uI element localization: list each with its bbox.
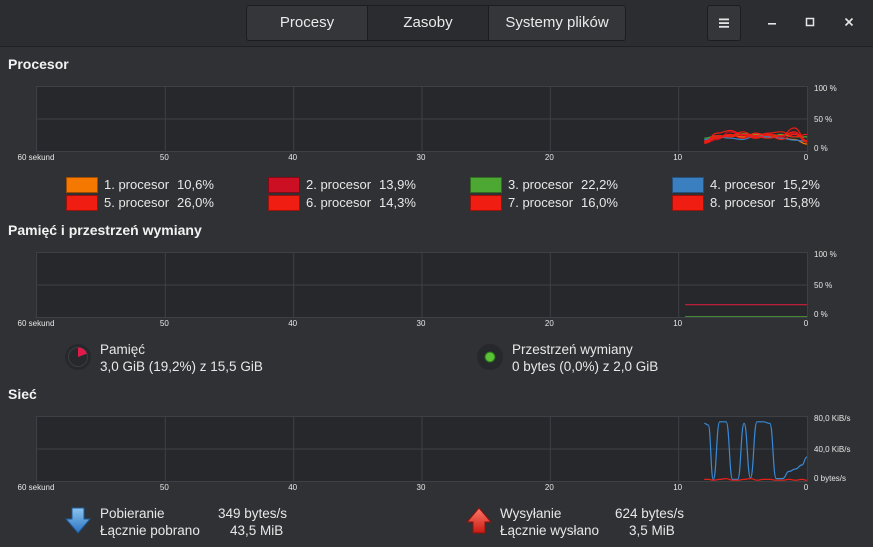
download-label: Pobieranie (100, 506, 165, 521)
cpu-legend-value: 15,8% (783, 195, 820, 210)
cpu-legend-label: 1. procesor (104, 177, 170, 192)
close-button[interactable] (839, 12, 859, 32)
x-tick-label: 50 (159, 483, 169, 492)
cpu-legend-label: 6. procesor (306, 195, 372, 210)
cpu-legend-text: 5. procesor 26,0% (104, 195, 214, 210)
x-tick-label: 30 (416, 153, 426, 162)
cpu-color-swatch[interactable] (268, 177, 300, 193)
tab-resources[interactable]: Zasoby (368, 6, 489, 40)
y-tick-label: 40,0 KiB/s (814, 445, 851, 454)
ram-value: 3,0 GiB (19,2%) z 15,5 GiB (100, 359, 263, 374)
network-section-title: Sieć (8, 386, 37, 402)
cpu-color-swatch[interactable] (470, 195, 502, 211)
cpu-legend-label: 3. procesor (508, 177, 574, 192)
cpu-color-swatch[interactable] (66, 177, 98, 193)
x-tick-label: 20 (544, 483, 554, 492)
x-tick-label: 0 (803, 319, 809, 328)
network-line-series-1 (704, 421, 807, 481)
swap-value: 0 bytes (0,0%) z 2,0 GiB (512, 359, 659, 374)
upload-rate: 624 bytes/s (615, 506, 685, 521)
hamburger-icon (719, 18, 729, 28)
y-tick-label: 0 % (814, 144, 828, 153)
y-tick-label: 0 bytes/s (814, 474, 847, 483)
cpu-legend-label: 5. procesor (104, 195, 170, 210)
upload-arrow-icon (465, 507, 493, 534)
header-bar: Procesy Zasoby Systemy plików (0, 0, 873, 47)
tab-file-systems[interactable]: Systemy plików (489, 6, 625, 40)
minimize-button[interactable] (762, 12, 782, 32)
x-tick-label: 50 (159, 153, 169, 162)
swap-label: Przestrzeń wymiany (512, 342, 633, 357)
cpu-legend-value: 22,2% (581, 177, 618, 192)
cpu-legend-value: 13,9% (379, 177, 416, 192)
menu-button[interactable] (707, 5, 741, 41)
cpu-legend-value: 16,0% (581, 195, 618, 210)
maximize-icon (805, 17, 815, 27)
x-tick-label: 10 (673, 153, 683, 162)
cpu-legend-text: 8. procesor 15,8% (710, 195, 820, 210)
x-tick-label: 40 (288, 153, 298, 162)
ram-label: Pamięć (100, 342, 146, 357)
x-tick-label: 60 sekund (17, 319, 55, 328)
x-tick-label: 30 (416, 319, 426, 328)
download-rate: 349 bytes/s (218, 506, 288, 521)
cpu-legend-value: 26,0% (177, 195, 214, 210)
x-tick-label: 60 sekund (17, 153, 55, 162)
y-tick-label: 100 % (814, 250, 837, 259)
view-switcher: Procesy Zasoby Systemy plików (246, 5, 626, 41)
cpu-legend-text: 2. procesor 13,9% (306, 177, 416, 192)
cpu-color-swatch[interactable] (672, 195, 704, 211)
maximize-button[interactable] (800, 12, 820, 32)
y-tick-label: 80,0 KiB/s (814, 414, 851, 423)
cpu-color-swatch[interactable] (268, 195, 300, 211)
cpu-color-swatch[interactable] (470, 177, 502, 193)
x-tick-label: 20 (544, 153, 554, 162)
swap-pie-icon (477, 344, 503, 370)
memory-section-title: Pamięć i przestrzeń wymiany (8, 222, 202, 238)
download-arrow-icon (64, 507, 92, 534)
close-icon (844, 17, 854, 27)
cpu-legend-value: 15,2% (783, 177, 820, 192)
x-tick-label: 0 (803, 153, 809, 162)
cpu-color-swatch[interactable] (66, 195, 98, 211)
minimize-icon (768, 23, 776, 25)
cpu-legend-label: 8. procesor (710, 195, 776, 210)
network-graph (36, 416, 808, 482)
memory-pie-icon (65, 344, 91, 370)
x-tick-label: 60 sekund (17, 483, 55, 492)
y-tick-label: 50 % (814, 281, 833, 290)
tab-processes[interactable]: Procesy (247, 6, 368, 40)
x-tick-label: 30 (416, 483, 426, 492)
upload-label: Wysyłanie (500, 506, 562, 521)
cpu-graph (36, 86, 808, 152)
cpu-legend-label: 7. procesor (508, 195, 574, 210)
x-tick-label: 20 (544, 319, 554, 328)
cpu-legend-label: 2. procesor (306, 177, 372, 192)
y-tick-label: 0 % (814, 310, 828, 319)
cpu-legend-text: 1. procesor 10,6% (104, 177, 214, 192)
x-tick-label: 10 (673, 319, 683, 328)
y-tick-label: 100 % (814, 84, 837, 93)
cpu-color-swatch[interactable] (672, 177, 704, 193)
download-total-label: Łącznie pobrano (100, 523, 200, 538)
x-tick-label: 50 (159, 319, 169, 328)
cpu-legend-text: 6. procesor 14,3% (306, 195, 416, 210)
cpu-legend-text: 4. procesor 15,2% (710, 177, 820, 192)
cpu-legend-value: 14,3% (379, 195, 416, 210)
cpu-legend-text: 7. procesor 16,0% (508, 195, 618, 210)
cpu-legend-value: 10,6% (177, 177, 214, 192)
cpu-section-title: Procesor (8, 56, 69, 72)
cpu-legend-label: 4. procesor (710, 177, 776, 192)
y-tick-label: 50 % (814, 115, 833, 124)
network-line-series-2 (704, 477, 807, 481)
memory-graph (36, 252, 808, 318)
cpu-legend-text: 3. procesor 22,2% (508, 177, 618, 192)
x-tick-label: 0 (803, 483, 809, 492)
x-tick-label: 10 (673, 483, 683, 492)
x-tick-label: 40 (288, 319, 298, 328)
upload-total-label: Łącznie wysłano (500, 523, 600, 538)
download-total: 43,5 MiB (230, 523, 284, 538)
upload-total: 3,5 MiB (629, 523, 675, 538)
x-tick-label: 40 (288, 483, 298, 492)
